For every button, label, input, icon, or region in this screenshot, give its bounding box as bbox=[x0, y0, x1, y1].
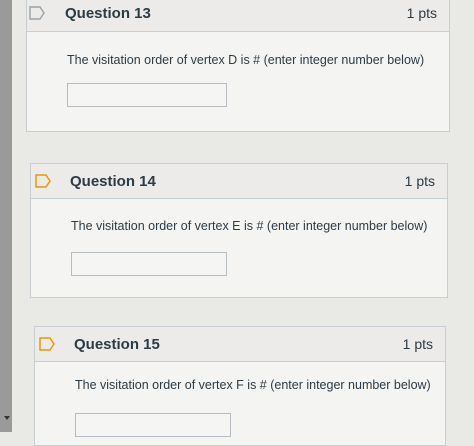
question-title: Question 15 bbox=[74, 336, 160, 353]
page-left-edge bbox=[0, 0, 12, 432]
answer-input[interactable] bbox=[75, 413, 231, 437]
question-13-header: Question 13 1 pts bbox=[27, 0, 449, 32]
question-15-header: Question 15 1 pts bbox=[35, 327, 445, 362]
question-15-card: Question 15 1 pts The visitation order o… bbox=[34, 326, 446, 446]
question-prompt: The visitation order of vertex E is # (e… bbox=[71, 219, 428, 233]
question-title: Question 13 bbox=[65, 5, 151, 22]
question-14-card: Question 14 1 pts The visitation order o… bbox=[30, 163, 448, 298]
scroll-down-arrow-icon[interactable] bbox=[4, 416, 10, 420]
question-title: Question 14 bbox=[70, 173, 156, 190]
question-14-header: Question 14 1 pts bbox=[31, 164, 447, 199]
question-prompt: The visitation order of vertex D is # (e… bbox=[67, 53, 425, 67]
flag-question-icon[interactable] bbox=[29, 6, 45, 20]
question-13-card: Question 13 1 pts The visitation order o… bbox=[26, 0, 450, 132]
flag-question-icon[interactable] bbox=[35, 174, 51, 188]
answer-input[interactable] bbox=[67, 83, 227, 107]
answer-input[interactable] bbox=[71, 252, 227, 276]
question-points: 1 pts bbox=[404, 173, 435, 189]
flag-question-icon[interactable] bbox=[39, 337, 55, 351]
question-points: 1 pts bbox=[402, 336, 433, 352]
question-prompt: The visitation order of vertex F is # (e… bbox=[75, 378, 431, 392]
question-points: 1 pts bbox=[406, 5, 437, 21]
